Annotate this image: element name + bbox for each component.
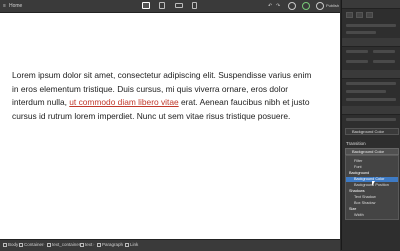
panel-tool-icon[interactable] <box>366 12 373 18</box>
background-color-row[interactable]: Background Color <box>345 128 399 135</box>
paragraph[interactable]: Lorem ipsum dolor sit amet, consectetur … <box>12 69 312 124</box>
home-label[interactable]: Home <box>9 2 22 10</box>
element-icon <box>80 242 84 247</box>
top-toolbar: ≡ Home ↶ ↷ Publish <box>0 0 340 13</box>
breadcrumb-separator: › <box>93 242 95 247</box>
transition-select[interactable]: Background Color <box>345 148 399 155</box>
panel-section-header[interactable] <box>342 106 400 115</box>
breadcrumb-item-link[interactable]: Link <box>125 241 138 249</box>
element-icon <box>47 242 51 247</box>
breadcrumb-label: Container <box>24 242 44 247</box>
panel-section-header[interactable] <box>342 70 400 79</box>
element-icon <box>19 242 23 247</box>
undo-icon[interactable]: ↶ <box>268 2 272 10</box>
settings-icon[interactable] <box>316 2 324 10</box>
dropdown-option[interactable]: Filter <box>346 159 398 164</box>
breadcrumb-separator: › <box>43 242 45 247</box>
transition-dropdown[interactable]: Filter Font Background Background Color Back… <box>345 155 399 220</box>
publish-button[interactable]: Publish <box>326 2 339 10</box>
dropdown-group-label: Shadows <box>349 189 365 193</box>
breadcrumb-item-text[interactable]: text <box>80 241 92 249</box>
style-panel: Background Color Transition Background C… <box>341 0 400 250</box>
panel-field[interactable] <box>373 50 395 53</box>
panel-field[interactable] <box>346 60 368 63</box>
panel-field[interactable] <box>346 98 396 101</box>
transition-label: Transition <box>346 141 366 146</box>
dropdown-group-label: Background <box>349 171 370 175</box>
panel-section-header[interactable] <box>342 38 400 47</box>
panel-field[interactable] <box>346 82 396 85</box>
breadcrumb-item-container[interactable]: Container <box>19 241 44 249</box>
panel-tool-icon[interactable] <box>346 12 353 18</box>
breadcrumb-separator: › <box>76 242 78 247</box>
breadcrumb: Body › Container › text_container › text… <box>0 239 340 251</box>
phone-landscape-icon[interactable] <box>175 3 183 8</box>
breadcrumb-label: Paragraph <box>102 242 124 247</box>
element-icon <box>3 242 7 247</box>
tablet-icon[interactable] <box>159 2 165 9</box>
panel-field[interactable] <box>346 118 396 121</box>
panel-field[interactable] <box>346 24 396 27</box>
panel-tool-icon[interactable] <box>356 12 363 18</box>
dropdown-group-label: Size <box>349 207 357 211</box>
design-canvas[interactable]: Lorem ipsum dolor sit amet, consectetur … <box>0 13 340 239</box>
breadcrumb-item-paragraph[interactable]: Paragraph <box>97 241 123 249</box>
menu-icon[interactable]: ≡ <box>3 2 6 10</box>
breadcrumb-label: Link <box>130 242 139 247</box>
dropdown-option[interactable]: Box Shadow <box>346 201 398 206</box>
dropdown-option[interactable]: Width <box>346 213 398 218</box>
breadcrumb-separator: › <box>121 242 123 247</box>
paragraph-link[interactable]: ut commodo diam libero vitae <box>69 97 178 107</box>
element-icon <box>97 242 101 247</box>
dropdown-option[interactable]: Font <box>346 165 398 170</box>
panel-field[interactable] <box>346 50 368 53</box>
desktop-icon[interactable] <box>142 2 150 9</box>
panel-header <box>342 0 400 9</box>
panel-field[interactable] <box>373 60 395 63</box>
dropdown-option[interactable]: Text Shadow <box>346 195 398 200</box>
sync-icon[interactable] <box>302 2 310 10</box>
panel-field[interactable] <box>346 90 386 93</box>
redo-icon[interactable]: ↷ <box>276 2 280 10</box>
panel-field[interactable] <box>346 31 376 34</box>
breadcrumb-separator: › <box>15 242 17 247</box>
phone-icon[interactable] <box>192 2 197 9</box>
mouse-cursor <box>372 181 375 186</box>
element-icon <box>125 242 129 247</box>
preview-icon[interactable] <box>288 2 296 10</box>
breadcrumb-label: text <box>85 242 93 247</box>
